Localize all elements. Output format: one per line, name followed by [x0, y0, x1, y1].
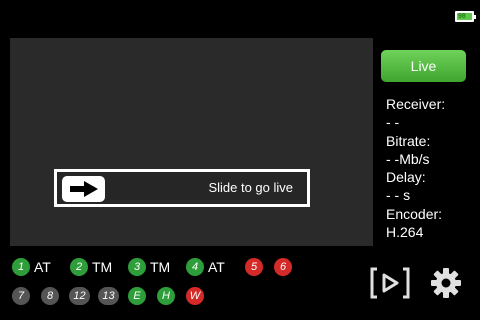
delay-value: - - s	[386, 187, 411, 204]
channel-item[interactable]: 13	[98, 287, 119, 305]
channel-label: AT	[34, 259, 51, 275]
video-preview: Slide to go live	[10, 38, 373, 246]
battery-percentage: 98	[458, 13, 466, 20]
channel-item[interactable]: H	[157, 287, 175, 305]
delay-label: Delay:	[386, 169, 426, 186]
channel-label: TM	[150, 259, 171, 275]
channel-item[interactable]: W	[186, 287, 204, 305]
channel-badge: H	[157, 287, 175, 305]
channel-item[interactable]: 6	[274, 258, 292, 276]
channel-badge: 4	[186, 258, 204, 276]
channel-badge: 1	[12, 258, 30, 276]
channel-item[interactable]: 4 AT	[186, 258, 225, 276]
gear-icon[interactable]	[430, 266, 462, 305]
battery-icon: 98	[455, 11, 476, 22]
bitrate-label: Bitrate:	[386, 132, 431, 149]
channel-item[interactable]: 5	[245, 258, 263, 276]
bitrate-value: - -Mb/s	[386, 150, 430, 167]
channel-label: TM	[92, 259, 113, 275]
channel-item[interactable]: 7	[12, 287, 30, 305]
slider-knob[interactable]	[62, 176, 105, 202]
receiver-label: Receiver:	[386, 96, 446, 112]
receiver-value: - -	[386, 114, 400, 131]
stats-panel: Receiver: - - Bitrate: - -Mb/s Delay: - …	[386, 95, 478, 241]
channel-label: AT	[208, 259, 225, 275]
arrow-right-icon	[70, 181, 98, 197]
channel-badge: 7	[12, 287, 30, 305]
play-bracket-icon[interactable]	[369, 266, 411, 305]
live-button[interactable]: Live	[381, 50, 466, 82]
channel-item[interactable]: 8	[41, 287, 59, 305]
slider-label: Slide to go live	[208, 180, 293, 195]
channel-badge: 8	[41, 287, 59, 305]
channel-badge: 6	[274, 258, 292, 276]
channel-badge: E	[128, 287, 146, 305]
channel-badge: 2	[70, 258, 88, 276]
encoder-value: H.264	[386, 224, 424, 241]
channel-item[interactable]: 3 TM	[128, 258, 170, 276]
channel-item[interactable]: 12	[69, 287, 90, 305]
channel-item[interactable]: 2 TM	[70, 258, 112, 276]
slide-to-go-live[interactable]: Slide to go live	[54, 169, 310, 207]
encoder-label: Encoder:	[386, 205, 443, 222]
channel-badge: 5	[245, 258, 263, 276]
channel-badge: W	[186, 287, 204, 305]
channel-item[interactable]: E	[128, 287, 146, 305]
channel-badge: 12	[69, 287, 90, 305]
channel-badge: 3	[128, 258, 146, 276]
channel-badge: 13	[98, 287, 119, 305]
channel-item[interactable]: 1 AT	[12, 258, 51, 276]
